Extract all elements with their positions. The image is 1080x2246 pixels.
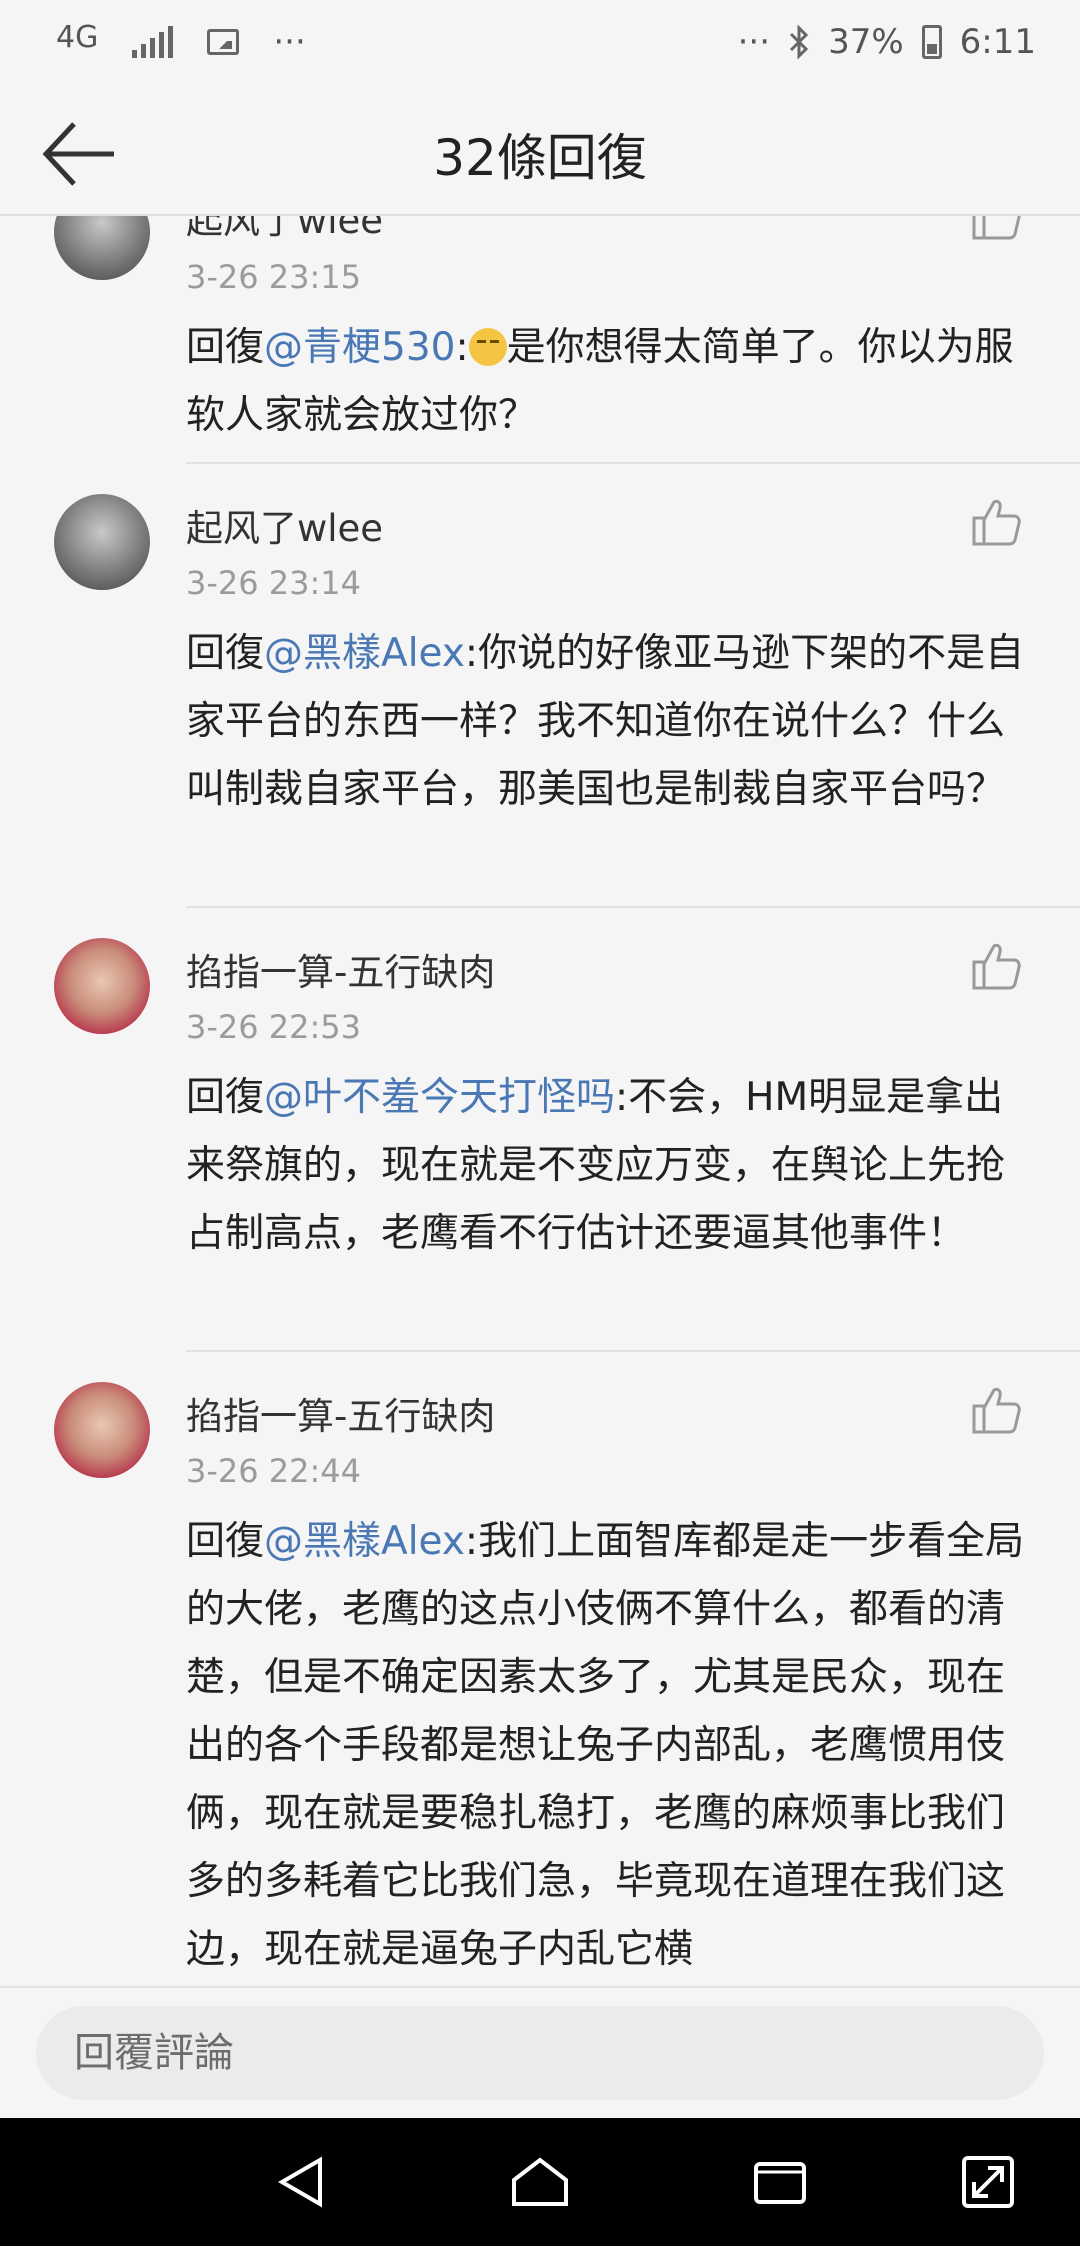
- signal-icon: [132, 26, 174, 58]
- thumbs-up-icon[interactable]: [970, 942, 1022, 990]
- mention-link[interactable]: @青梗530: [264, 325, 455, 370]
- back-triangle-icon[interactable]: [270, 2150, 334, 2214]
- battery-icon: [921, 25, 942, 59]
- thumbs-up-icon[interactable]: [970, 216, 1022, 240]
- expand-icon[interactable]: [956, 2150, 1020, 2214]
- mention-link[interactable]: @黑樣Alex: [264, 1519, 465, 1564]
- comment-username[interactable]: 掐指一算-五行缺肉: [186, 1386, 495, 1440]
- comment-username[interactable]: 起风了wlee: [186, 216, 383, 244]
- comment-time: 3-26 23:14: [186, 564, 362, 602]
- battery-percent: 37%: [828, 22, 904, 62]
- clock: 6:11: [959, 22, 1036, 62]
- reply-comment-input[interactable]: 回覆評論: [36, 2006, 1044, 2100]
- avatar[interactable]: [54, 938, 150, 1034]
- comment-body: 回復@叶不羞今天打怪吗:不会，HM明显是拿出来祭旗的，现在就是不变应万变，在舆论…: [186, 1075, 1006, 1256]
- status-bar: 4G ··· ··· 37% 6:11: [0, 0, 1080, 92]
- smirk-emoji-icon: [468, 328, 507, 366]
- comment-body: 回復@黑樣Alex:你说的好像亚马逊下架的不是自家平台的东西一样？我不知道你在说…: [186, 631, 1025, 812]
- system-nav-bar: [0, 2118, 1080, 2246]
- thumbs-up-icon[interactable]: [970, 498, 1022, 546]
- more-status-icon: ···: [737, 22, 771, 62]
- top-app-bar: 32條回復: [0, 92, 1080, 216]
- avatar[interactable]: [54, 216, 150, 280]
- avatar[interactable]: [54, 494, 150, 590]
- divider: [186, 1350, 1080, 1352]
- thumbs-up-icon[interactable]: [970, 1386, 1022, 1434]
- comment-list[interactable]: 起风了wlee 3-26 23:15 回復@青梗530: 是你想得太简单了。你以为…: [0, 216, 1080, 1986]
- gallery-notification-icon: [207, 29, 240, 55]
- comment-time: 3-26 23:15: [186, 258, 362, 296]
- comment-username[interactable]: 掐指一算-五行缺肉: [186, 942, 495, 996]
- network-indicator: 4G: [56, 20, 99, 55]
- mention-link[interactable]: @叶不羞今天打怪吗: [264, 1075, 615, 1120]
- recents-icon[interactable]: [748, 2150, 812, 2214]
- bluetooth-icon: [790, 25, 809, 59]
- more-notifications-icon: ···: [273, 22, 306, 62]
- reply-bar: 回覆評論: [0, 1986, 1080, 2118]
- page-title: 32條回復: [433, 129, 647, 187]
- comment-body: 回復@黑樣Alex:我们上面智库都是走一步看全局的大佬，老鹰的这点小伎俩不算什么…: [186, 1519, 1025, 1972]
- comment-body: 回復@青梗530: 是你想得太简单了。你以为服软人家就会放过你？: [186, 325, 1014, 438]
- avatar[interactable]: [54, 1382, 150, 1478]
- divider: [186, 462, 1080, 464]
- comment-time: 3-26 22:44: [186, 1452, 362, 1490]
- mention-link[interactable]: @黑樣Alex: [264, 631, 465, 676]
- comment-time: 3-26 22:53: [186, 1008, 362, 1046]
- home-icon[interactable]: [508, 2150, 572, 2214]
- comment-username[interactable]: 起风了wlee: [186, 498, 383, 552]
- divider: [186, 906, 1080, 908]
